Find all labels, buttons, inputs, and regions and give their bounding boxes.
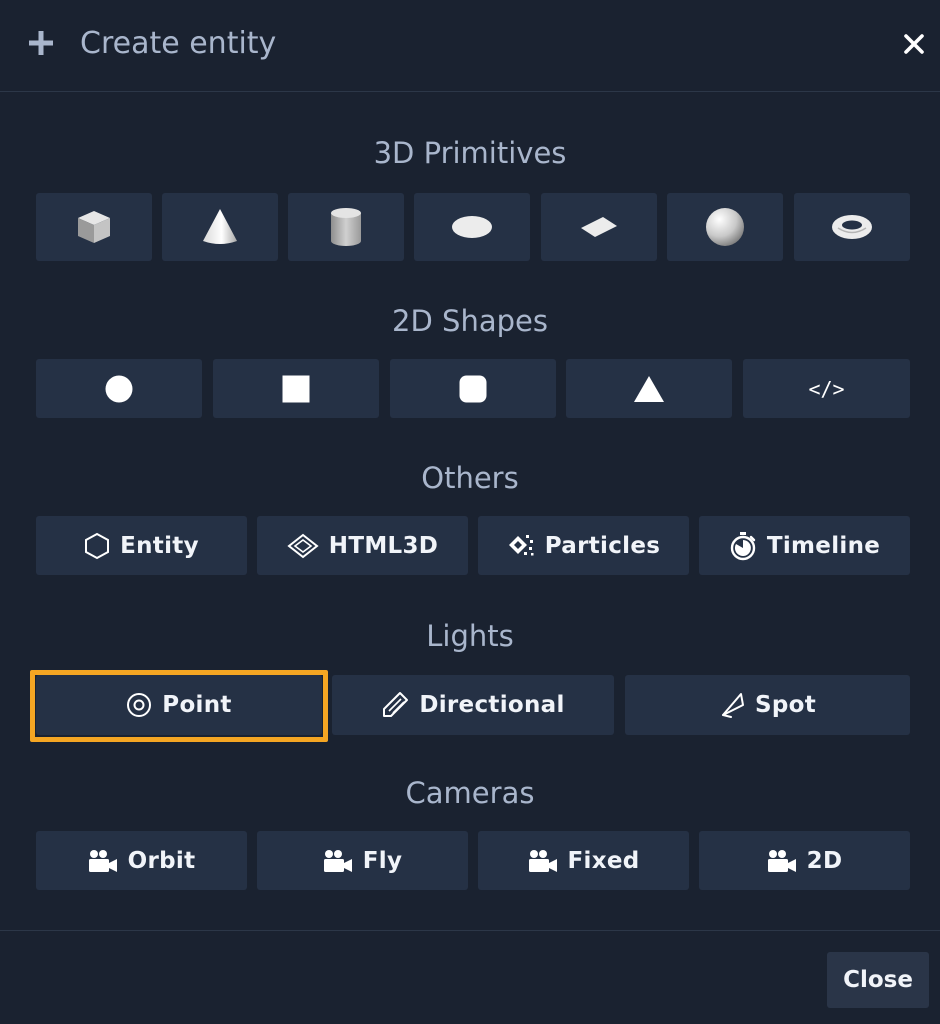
primitive-box-button[interactable] — [36, 193, 152, 261]
shape-rounded-rectangle-button[interactable] — [390, 359, 556, 418]
fly-camera-label: Fly — [362, 847, 403, 874]
fixed-camera-label: Fixed — [567, 847, 640, 874]
code-icon: </> — [808, 376, 845, 401]
section-title-others: Others — [421, 461, 519, 495]
html3d-icon — [287, 533, 319, 558]
rounded-square-icon — [459, 375, 487, 402]
primitive-sphere-button[interactable] — [667, 193, 783, 261]
2d-camera-button[interactable]: 2D — [699, 831, 910, 890]
create-entity-dialog: Create entity 3D Primitives 2D Shapes </… — [0, 0, 940, 1024]
camera-icon — [323, 849, 352, 872]
shape-rectangle-button[interactable] — [213, 359, 379, 418]
hexagon-icon — [85, 532, 110, 559]
primitive-cylinder-button[interactable] — [288, 193, 404, 261]
section-title-3d-primitives: 3D Primitives — [373, 136, 567, 170]
fixed-camera-button[interactable]: Fixed — [478, 831, 689, 890]
disc-icon — [452, 216, 492, 238]
torus-icon — [832, 215, 872, 239]
primitive-plane-button[interactable] — [541, 193, 657, 261]
plane-icon — [581, 217, 617, 237]
particles-icon — [508, 534, 534, 555]
camera-icon — [528, 849, 557, 872]
section-title-2d-shapes: 2D Shapes — [392, 304, 548, 338]
timeline-button[interactable]: Timeline — [699, 516, 910, 575]
dialog-header: Create entity — [0, 0, 940, 92]
entity-label: Entity — [120, 532, 199, 559]
shape-circle-button[interactable] — [36, 359, 202, 418]
sphere-icon — [706, 208, 744, 246]
particles-label: Particles — [544, 532, 661, 559]
close-icon[interactable] — [900, 30, 928, 58]
2d-camera-label: 2D — [806, 847, 843, 874]
point-light-icon — [127, 693, 152, 717]
spot-light-label: Spot — [754, 692, 817, 718]
timeline-label: Timeline — [766, 532, 881, 559]
circle-icon — [105, 375, 133, 402]
directional-light-icon — [383, 692, 409, 717]
cylinder-icon — [331, 208, 361, 246]
dialog-title: Create entity — [80, 26, 277, 61]
directional-light-label: Directional — [419, 692, 565, 718]
spot-light-icon — [721, 693, 744, 718]
primitive-circle-button[interactable] — [414, 193, 530, 261]
shape-triangle-button[interactable] — [566, 359, 732, 418]
section-title-lights: Lights — [426, 619, 514, 653]
cone-icon — [203, 209, 237, 244]
section-title-cameras: Cameras — [405, 776, 535, 810]
spot-light-button[interactable]: Spot — [625, 675, 910, 735]
orbit-camera-label: Orbit — [127, 847, 196, 874]
triangle-icon — [634, 375, 664, 402]
camera-icon — [88, 849, 117, 872]
html3d-button[interactable]: HTML3D — [257, 516, 468, 575]
camera-icon — [767, 849, 796, 872]
primitive-torus-button[interactable] — [794, 193, 910, 261]
html3d-label: HTML3D — [328, 532, 439, 559]
stopwatch-icon — [730, 531, 756, 560]
directional-light-button[interactable]: Directional — [332, 675, 614, 735]
primitive-cone-button[interactable] — [162, 193, 278, 261]
close-button[interactable]: Close — [827, 952, 929, 1008]
point-light-label: Point — [162, 692, 232, 718]
particles-button[interactable]: Particles — [478, 516, 689, 575]
orbit-camera-button[interactable]: Orbit — [36, 831, 247, 890]
footer-divider — [0, 930, 940, 931]
plus-icon — [29, 31, 53, 55]
square-icon — [282, 375, 310, 402]
point-light-button[interactable]: Point — [36, 675, 322, 735]
cube-icon — [78, 211, 110, 243]
shape-html-button[interactable]: </> — [743, 359, 910, 418]
fly-camera-button[interactable]: Fly — [257, 831, 468, 890]
entity-button[interactable]: Entity — [36, 516, 247, 575]
